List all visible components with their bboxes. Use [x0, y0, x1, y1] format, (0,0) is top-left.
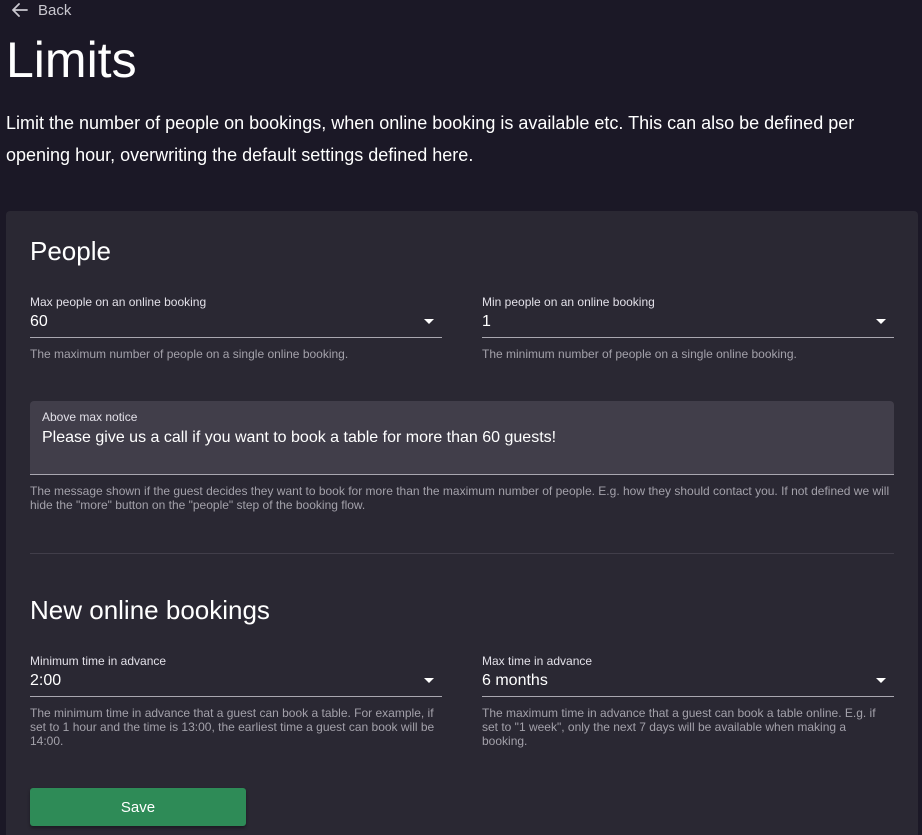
caret-down-icon: [876, 319, 886, 324]
limits-page: Back Limits Limit the number of people o…: [0, 0, 922, 835]
min-people-value: 1: [482, 313, 491, 330]
field-underline: [30, 337, 442, 338]
above-max-notice-label: Above max notice: [42, 410, 138, 424]
field-underline: [30, 696, 442, 697]
people-section-title: People: [30, 236, 111, 266]
min-time-label: Minimum time in advance: [30, 654, 167, 668]
back-link[interactable]: Back: [12, 0, 71, 20]
above-max-notice-hint: The message shown if the guest decides t…: [30, 484, 890, 512]
max-time-value: 6 months: [482, 672, 548, 689]
max-time-in-advance-select[interactable]: Max time in advance 6 months: [482, 654, 894, 697]
above-max-notice-field[interactable]: Above max notice Please give us a call i…: [30, 401, 894, 475]
field-underline: [30, 474, 894, 475]
caret-down-icon: [424, 319, 434, 324]
arrow-left-icon: [12, 3, 28, 17]
min-time-hint: The minimum time in advance that a guest…: [30, 706, 435, 748]
max-time-hint: The maximum time in advance that a guest…: [482, 706, 876, 748]
min-time-value: 2:00: [30, 672, 62, 689]
min-time-in-advance-select[interactable]: Minimum time in advance 2:00: [30, 654, 442, 697]
above-max-notice-value: Please give us a call if you want to boo…: [42, 429, 557, 446]
max-people-value: 60: [30, 313, 48, 330]
min-people-label: Min people on an online booking: [482, 295, 655, 309]
max-people-select[interactable]: Max people on an online booking 60: [30, 295, 442, 338]
caret-down-icon: [424, 678, 434, 683]
max-people-hint: The maximum number of people on a single…: [30, 347, 349, 361]
max-people-label: Max people on an online booking: [30, 295, 207, 309]
save-button[interactable]: Save: [30, 788, 246, 826]
settings-card: People Max people on an online booking 6…: [6, 211, 918, 835]
section-divider: [30, 553, 894, 554]
field-underline: [482, 337, 894, 338]
min-people-select[interactable]: Min people on an online booking 1: [482, 295, 894, 338]
page-title: Limits: [6, 32, 137, 88]
page-description: Limit the number of people on bookings, …: [6, 113, 855, 165]
max-time-label: Max time in advance: [482, 654, 593, 668]
new-online-bookings-section-title: New online bookings: [30, 595, 270, 625]
caret-down-icon: [876, 678, 886, 683]
min-people-hint: The minimum number of people on a single…: [482, 347, 797, 361]
back-link-label: Back: [38, 1, 72, 19]
field-underline: [482, 696, 894, 697]
